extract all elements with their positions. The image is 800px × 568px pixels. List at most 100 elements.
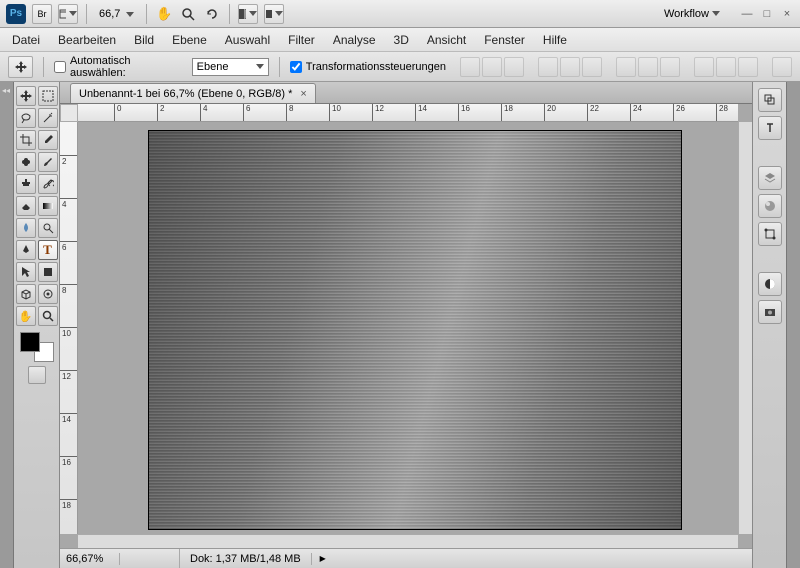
auto-align-button[interactable] <box>772 57 792 77</box>
menu-hilfe[interactable]: Hilfe <box>543 33 567 47</box>
menu-fenster[interactable]: Fenster <box>484 33 525 47</box>
quick-mask-button[interactable] <box>28 366 46 384</box>
options-bar: Automatisch auswählen: Ebene Transformat… <box>0 52 800 82</box>
foreground-color-swatch[interactable] <box>20 332 40 352</box>
gradient-tool[interactable] <box>38 196 58 216</box>
canvas-scroll-area[interactable] <box>78 122 738 534</box>
clone-stamp-tool[interactable] <box>16 174 36 194</box>
ruler-tick: 0 <box>114 104 121 122</box>
expand-icon: ◂◂ <box>2 86 10 95</box>
3d-camera-tool[interactable] <box>38 284 58 304</box>
paths-panel-button[interactable] <box>758 222 782 246</box>
zoom-tool[interactable] <box>38 306 58 326</box>
right-dock-gutter[interactable] <box>786 82 800 568</box>
move-tool[interactable] <box>16 86 36 106</box>
menu-ansicht[interactable]: Ansicht <box>427 33 466 47</box>
close-tab-icon[interactable]: × <box>300 88 306 100</box>
distribute-top-button[interactable] <box>616 57 636 77</box>
shape-tool[interactable] <box>38 262 58 282</box>
separator <box>279 57 280 77</box>
auto-select-target-dropdown[interactable]: Ebene <box>192 58 269 76</box>
panel-icon-button[interactable] <box>758 88 782 112</box>
menu-datei[interactable]: Datei <box>12 33 40 47</box>
close-button[interactable]: × <box>780 7 794 21</box>
path-selection-tool[interactable] <box>16 262 36 282</box>
3d-tool[interactable] <box>16 284 36 304</box>
horizontal-scrollbar[interactable] <box>78 534 738 548</box>
align-vcenter-button[interactable] <box>482 57 502 77</box>
rotate-view-button[interactable] <box>203 5 221 23</box>
status-menu-arrow[interactable]: ▶ <box>312 554 334 563</box>
workspace-switcher[interactable]: Workflow <box>658 6 726 22</box>
distribute-left-button[interactable] <box>694 57 714 77</box>
align-hcenter-button[interactable] <box>560 57 580 77</box>
document-tab[interactable]: Unbenannt-1 bei 66,7% (Ebene 0, RGB/8) *… <box>70 83 316 103</box>
auto-select-checkbox[interactable]: Automatisch auswählen: <box>54 55 184 79</box>
menu-analyse[interactable]: Analyse <box>333 33 376 47</box>
transform-controls-checkbox[interactable]: Transformationssteuerungen <box>290 61 446 73</box>
menu-filter[interactable]: Filter <box>288 33 315 47</box>
lasso-tool[interactable] <box>16 108 36 128</box>
align-bottom-button[interactable] <box>504 57 524 77</box>
menu-bild[interactable]: Bild <box>134 33 154 47</box>
horizontal-ruler[interactable]: 024681012141618202224262830 <box>78 104 738 122</box>
align-buttons-group-1 <box>460 57 524 77</box>
separator <box>86 4 87 24</box>
status-doc-info[interactable]: Dok: 1,37 MB/1,48 MB <box>180 553 312 565</box>
blur-tool[interactable] <box>16 218 36 238</box>
left-dock-gutter[interactable]: ◂◂ <box>0 82 14 568</box>
chevron-down-icon <box>256 64 264 69</box>
distribute-bottom-button[interactable] <box>660 57 680 77</box>
distribute-hcenter-button[interactable] <box>716 57 736 77</box>
vertical-scrollbar[interactable] <box>738 122 752 534</box>
menu-3d[interactable]: 3D <box>394 33 409 47</box>
restore-button[interactable]: □ <box>760 7 774 21</box>
ruler-tick: 12 <box>372 104 384 122</box>
arrange-docs-button[interactable] <box>238 4 258 24</box>
screen-layout-button[interactable] <box>264 4 284 24</box>
transform-controls-input[interactable] <box>290 61 302 73</box>
hand-tool[interactable]: ✋ <box>16 306 36 326</box>
menu-ebene[interactable]: Ebene <box>172 33 207 47</box>
eraser-tool[interactable] <box>16 196 36 216</box>
brush-tool[interactable] <box>38 152 58 172</box>
dodge-tool[interactable] <box>38 218 58 238</box>
crop-tool[interactable] <box>16 130 36 150</box>
align-right-button[interactable] <box>582 57 602 77</box>
status-zoom-field[interactable]: 66,67% <box>60 553 120 565</box>
healing-brush-tool[interactable] <box>16 152 36 172</box>
pen-tool[interactable] <box>16 240 36 260</box>
rotate-icon <box>205 7 219 21</box>
photoshop-logo-icon: Ps <box>6 4 26 24</box>
adjustments-panel-button[interactable] <box>758 272 782 296</box>
zoom-level-field[interactable]: 66,7 <box>95 8 138 20</box>
minimize-button[interactable]: — <box>740 7 754 21</box>
menu-auswahl[interactable]: Auswahl <box>225 33 270 47</box>
auto-select-input[interactable] <box>54 61 66 73</box>
vertical-ruler[interactable]: 024681012141618 <box>60 122 78 534</box>
align-left-button[interactable] <box>538 57 558 77</box>
eyedropper-tool[interactable] <box>38 130 58 150</box>
distribute-vcenter-button[interactable] <box>638 57 658 77</box>
menu-bearbeiten[interactable]: Bearbeiten <box>58 33 116 47</box>
layers-panel-button[interactable] <box>758 166 782 190</box>
hand-tool-button[interactable]: ✋ <box>155 5 173 23</box>
distribute-right-button[interactable] <box>738 57 758 77</box>
align-top-button[interactable] <box>460 57 480 77</box>
history-brush-tool[interactable] <box>38 174 58 194</box>
zoom-tool-button[interactable] <box>179 5 197 23</box>
type-tool[interactable]: T <box>38 240 58 260</box>
masks-panel-button[interactable] <box>758 300 782 324</box>
magic-wand-tool[interactable] <box>38 108 58 128</box>
status-bar: 66,67% Dok: 1,37 MB/1,48 MB ▶ <box>60 548 752 568</box>
channels-panel-button[interactable] <box>758 194 782 218</box>
current-tool-indicator[interactable] <box>8 56 33 78</box>
screen-mode-button[interactable] <box>58 4 78 24</box>
ruler-origin[interactable] <box>60 104 78 122</box>
marquee-tool[interactable] <box>38 86 58 106</box>
color-swatches[interactable] <box>20 332 54 362</box>
panel-icon-button[interactable] <box>758 116 782 140</box>
document-canvas[interactable] <box>148 130 682 530</box>
select-value: Ebene <box>197 61 229 73</box>
bridge-button[interactable]: Br <box>32 4 52 24</box>
